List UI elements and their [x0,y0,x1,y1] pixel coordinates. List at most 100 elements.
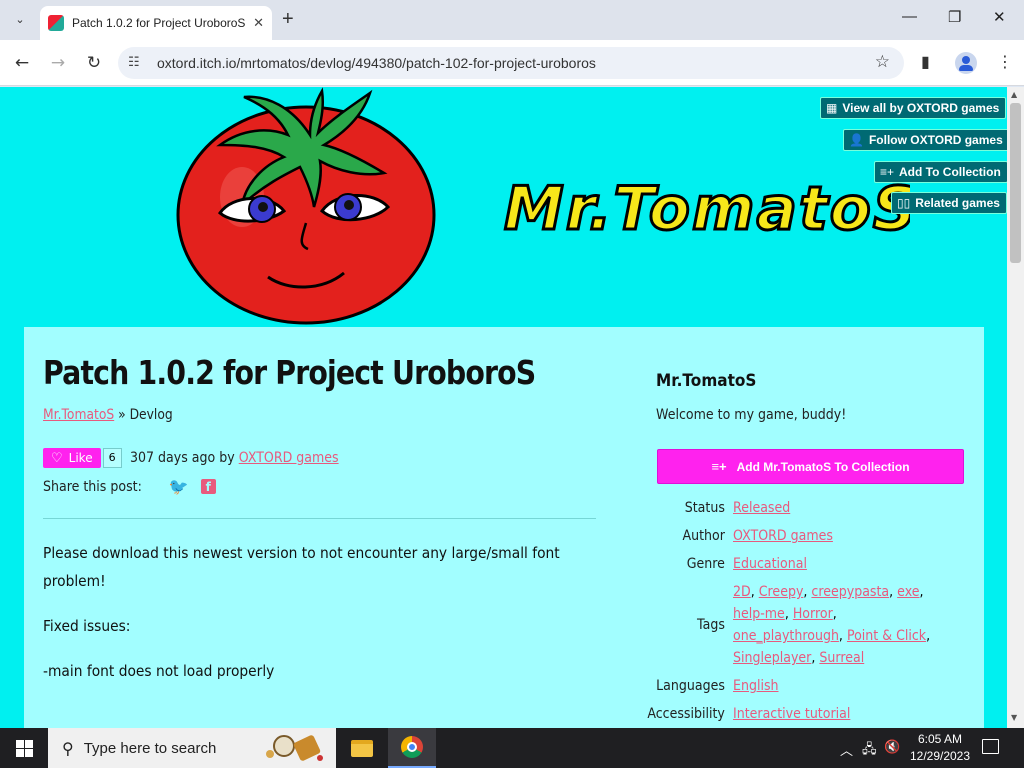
breadcrumb-game-link[interactable]: Mr.TomatoS [43,407,114,423]
info-key: Status [684,500,725,516]
site-favicon-icon [48,15,64,31]
tag-link[interactable]: creepypasta [811,584,889,600]
site-settings-icon[interactable]: ☷ [128,55,140,70]
taskbar-clock[interactable]: 6:05 AM 12/29/2023 [904,731,976,765]
file-explorer-taskbar-button[interactable] [338,728,386,768]
windows-taskbar: ⚲ Type here to search ︿ 🖧 🔇 6:05 AM 12/2… [0,728,1024,768]
back-arrow-icon[interactable]: ← [10,51,34,75]
tags-list: 2D, Creepy, creepypasta, exe, help-me, H… [733,584,931,666]
view-all-games-label: View all by OXTORD games [842,101,1000,115]
new-tab-button[interactable]: + [282,8,294,30]
genre-link[interactable]: Educational [733,556,807,572]
tab-title: Patch 1.0.2 for Project UroboroS [72,16,246,30]
info-row-accessibility: Accessibility Interactive tutorial [624,703,964,725]
post-paragraph: Fixed issues: [43,617,131,635]
tomato-mascot-image [176,87,436,325]
info-row-tags: Tags 2D, Creepy, creepypasta, exe, help-… [624,581,964,669]
network-icon[interactable]: 🖧 [862,740,877,762]
post-title: Patch 1.0.2 for Project UroboroS [43,353,536,392]
tab-close-icon[interactable]: ✕ [253,16,264,31]
page-viewport: Mr.TomatoS ▦ View all by OXTORD games 👤 … [0,87,1007,728]
info-key: Languages [656,678,725,694]
side-panel-icon[interactable]: ▮ [921,52,930,71]
chrome-icon [401,736,423,758]
facebook-share-icon[interactable]: f [200,479,216,494]
post-paragraph: Please download this newest version to n… [43,544,560,590]
browser-tab[interactable]: Patch 1.0.2 for Project UroboroS ✕ [40,6,272,40]
like-count: 6 [102,448,122,468]
reload-icon[interactable]: ↻ [82,51,106,75]
info-row-genre: Genre Educational [624,553,964,575]
add-list-icon: ≡+ [711,459,727,474]
post-author-link[interactable]: OXTORD games [238,450,338,466]
add-user-icon: 👤 [849,133,864,147]
search-icon: ⚲ [62,738,74,758]
post-date: 307 days ago by OXTORD games [130,450,339,466]
forward-arrow-icon[interactable]: → [46,51,70,75]
bookmark-star-icon[interactable]: ☆ [875,52,890,72]
add-game-to-collection-button[interactable]: ≡+ Add Mr.TomatoS To Collection [657,449,964,484]
add-list-icon: ≡+ [880,165,895,179]
url-text[interactable]: oxtord.itch.io/mrtomatos/devlog/494380/p… [157,55,596,71]
window-close-button[interactable]: ✕ [993,8,1006,26]
info-row-languages: Languages English [624,675,964,697]
view-all-games-button[interactable]: ▦ View all by OXTORD games [820,97,1007,119]
tag-link[interactable]: exe [897,584,919,600]
twitter-share-icon[interactable]: 🐦 [169,477,189,496]
notification-center-icon[interactable] [982,739,999,754]
tag-link[interactable]: help-me [733,606,785,622]
scroll-down-arrow-icon[interactable]: ▼ [1011,713,1017,722]
store-icon: ▦ [826,101,838,115]
devlog-panel: Patch 1.0.2 for Project UroboroS Mr.Toma… [24,327,984,728]
scrollbar-thumb[interactable] [1010,103,1021,263]
address-bar[interactable]: ☷ oxtord.itch.io/mrtomatos/devlog/494380… [118,47,904,79]
post-paragraph: -main font does not load properly [43,662,275,680]
maximize-button[interactable]: ❐ [948,8,961,26]
language-link[interactable]: English [733,678,779,694]
heart-icon: ♡ [51,450,63,466]
search-highlight-illustration-icon [266,735,323,761]
tag-link[interactable]: Singleplayer [733,650,811,666]
start-button[interactable] [0,728,48,768]
accessibility-link[interactable]: Interactive tutorial [733,706,850,722]
taskbar-search-placeholder: Type here to search [83,739,217,757]
post-divider [43,518,596,519]
svg-text:Mr.TomatoS: Mr.TomatoS [504,174,910,244]
add-to-collection-label: Add To Collection [899,165,1001,179]
taskbar-search-box[interactable]: ⚲ Type here to search [48,728,336,768]
tag-link[interactable]: Creepy [759,584,804,600]
chrome-taskbar-button[interactable] [388,728,436,768]
scroll-up-arrow-icon[interactable]: ▲ [1011,90,1017,99]
tab-search-chevron-icon[interactable]: ⌄ [8,7,32,31]
volume-muted-icon[interactable]: 🔇 [884,740,900,755]
tag-link[interactable]: 2D [733,584,751,600]
follow-button[interactable]: 👤 Follow OXTORD games [843,129,1007,151]
info-key: Tags [697,617,725,633]
tag-link[interactable]: one_playthrough [733,628,839,644]
tag-link[interactable]: Horror [793,606,833,622]
show-hidden-icons-chevron-icon[interactable]: ︿ [840,740,853,759]
status-link[interactable]: Released [733,500,790,516]
breadcrumb-separator: » [114,407,130,423]
tag-link[interactable]: Surreal [819,650,864,666]
clock-date: 12/29/2023 [909,749,971,763]
related-games-label: Related games [915,196,1000,210]
like-button[interactable]: ♡ Like [43,448,101,468]
post-date-text: 307 days ago by [129,450,239,466]
map-icon: ▯▯ [897,196,911,210]
profile-avatar-icon[interactable] [955,52,977,74]
post-body: Please download this newest version to n… [43,539,603,702]
add-to-collection-button[interactable]: ≡+ Add To Collection [874,161,1007,183]
post-meta: ♡ Like 6 307 days ago by OXTORD games [43,448,361,468]
info-key: Genre [686,556,725,572]
info-key: Author [682,528,725,544]
related-games-button[interactable]: ▯▯ Related games [891,192,1007,214]
sidebar-description: Welcome to my game, buddy! [656,407,847,423]
author-link[interactable]: OXTORD games [733,528,833,544]
minimize-button[interactable]: — [902,8,917,25]
tag-link[interactable]: Point & Click [847,628,926,644]
menu-dots-icon[interactable]: ⋮ [997,52,1013,71]
windows-logo-icon [15,739,33,757]
page-scrollbar[interactable]: ▲ ▼ [1007,87,1024,728]
like-label: Like [68,451,93,465]
